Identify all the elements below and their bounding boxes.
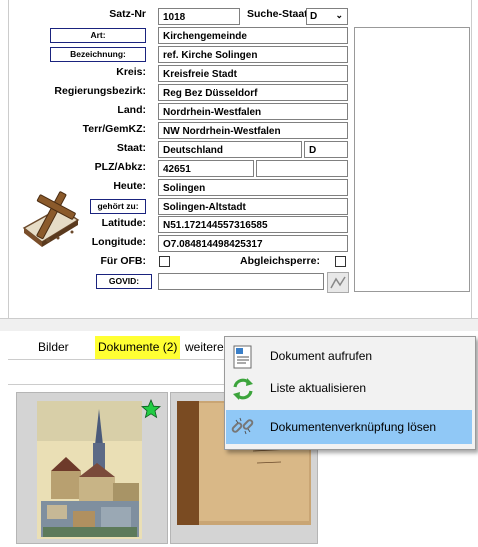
terr-field[interactable]: NW Nordrhein-Westfalen (158, 122, 348, 139)
ofb-checkbox[interactable] (159, 256, 170, 267)
heute-field[interactable]: Solingen (158, 179, 348, 196)
abgleichsperre-checkbox[interactable] (335, 256, 346, 267)
latitude-field[interactable]: N51.172144557316585 (158, 216, 348, 233)
unlink-icon (230, 414, 256, 440)
terr-label: Terr/GemKZ: (82, 123, 146, 135)
bezeichnung-button[interactable]: Bezeichnung: (50, 47, 146, 62)
govid-map-icon[interactable] (327, 272, 349, 293)
document-tile-1[interactable] (16, 392, 168, 544)
land-label: Land: (117, 104, 146, 116)
document-icon (230, 344, 256, 370)
bezeichnung-field[interactable]: ref. Kirche Solingen (158, 46, 348, 63)
suche-select[interactable]: D ⌄ (306, 8, 348, 25)
menu-item-verknuepfung-loesen[interactable]: Dokumentenverknüpfung lösen (226, 410, 472, 444)
gehoert-zu-button[interactable]: gehört zu: (90, 199, 146, 214)
regbez-field[interactable]: Reg Bez Düsseldorf (158, 84, 348, 101)
favorite-star-icon[interactable] (140, 398, 162, 419)
plz-abkz-field[interactable] (256, 160, 348, 177)
govid-field[interactable] (158, 273, 324, 290)
staat-label: Staat: (116, 142, 146, 154)
menu-label-verknuepfung-loesen: Dokumentenverknüpfung lösen (270, 420, 437, 434)
tab-dokumente[interactable]: Dokumente (2) (95, 336, 181, 360)
refresh-icon (230, 376, 256, 402)
tab-bilder[interactable]: Bilder (38, 336, 69, 358)
menu-item-dokument-aufrufen[interactable]: Dokument aufrufen (226, 340, 472, 372)
plz-label: PLZ/Abkz: (94, 161, 146, 173)
satznr-label: Satz-Nr (109, 8, 146, 20)
plz-field[interactable]: 42651 (158, 160, 254, 177)
regbez-label: Regierungsbezirk: (54, 85, 146, 97)
cross-bible-icon (18, 188, 88, 250)
land-field[interactable]: Nordrhein-Westfalen (158, 103, 348, 120)
preview-box (354, 27, 470, 292)
suche-label: Suche-Staat (247, 8, 308, 20)
kreis-label: Kreis: (116, 66, 146, 78)
abgleichsperre-label: Abgleichsperre: (240, 255, 320, 267)
kreis-field[interactable]: Kreisfreie Stadt (158, 65, 348, 82)
satznr-field[interactable]: 1018 (158, 8, 240, 25)
gehoert-zu-field[interactable]: Solingen-Altstadt (158, 198, 348, 215)
tab-weitere[interactable]: weitere (185, 336, 224, 358)
divider (0, 318, 478, 331)
chevron-down-icon: ⌄ (335, 10, 343, 20)
longitude-field[interactable]: O7.084814498425317 (158, 235, 348, 252)
art-button[interactable]: Art: (50, 28, 146, 43)
suche-select-value: D (310, 11, 318, 22)
art-field[interactable]: Kirchengemeinde (158, 27, 348, 44)
ofb-label: Für OFB: (100, 255, 147, 267)
staat-code-field[interactable]: D (304, 141, 348, 158)
menu-label-dokument-aufrufen: Dokument aufrufen (270, 349, 373, 363)
staat-field[interactable]: Deutschland (158, 141, 302, 158)
menu-item-liste-aktualisieren[interactable]: Liste aktualisieren (226, 372, 472, 404)
menu-label-liste-aktualisieren: Liste aktualisieren (270, 381, 367, 395)
govid-button[interactable]: GOVID: (96, 274, 152, 289)
